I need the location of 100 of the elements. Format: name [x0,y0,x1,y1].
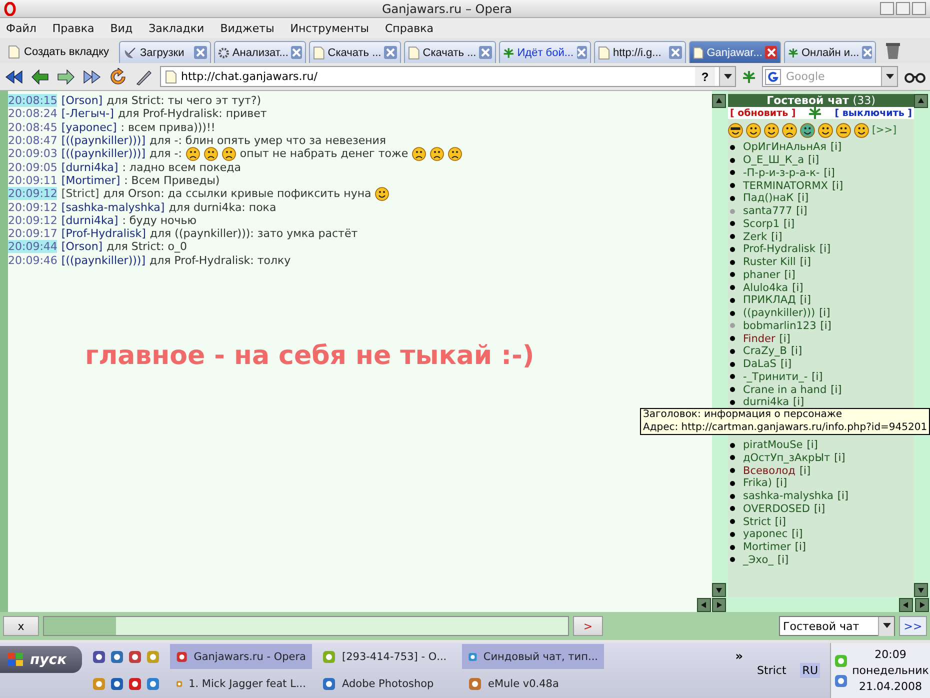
info-link[interactable]: [i] [779,332,790,345]
caret-icon[interactable] [882,623,890,629]
browser-tab[interactable]: Скачать ... [309,41,401,63]
quick-launch-icon[interactable] [110,676,124,690]
info-link[interactable]: [i] [798,192,809,204]
new-tab-button[interactable]: Создать вкладку [4,41,116,63]
user-name[interactable]: OVERDOSED [743,502,810,515]
more-smileys-link[interactable]: [>>] [872,124,897,136]
user-name[interactable]: Всеволод [743,464,796,477]
forward-icon[interactable] [56,68,76,86]
user-name[interactable]: _Эхо_ [743,554,774,566]
info-link[interactable]: [i] [777,554,789,566]
close-button[interactable] [912,2,926,15]
start-button[interactable]: пуск [0,646,82,673]
info-link[interactable]: [i] [834,452,846,464]
info-link[interactable]: [i] [796,205,808,218]
taskbar-button[interactable]: 1. Mick Jagger feat L... [170,671,312,696]
browser-tab[interactable]: Скачать ... [404,41,496,63]
taskbar-button[interactable]: [293-414-753] - О... [316,644,458,669]
info-link[interactable]: [i] [824,166,835,179]
search-dropdown-button[interactable] [881,67,897,86]
message-author[interactable]: [Mortimer] [61,174,120,187]
user-name[interactable]: Finder [743,332,776,345]
language-indicator[interactable]: RU [800,663,820,678]
info-link[interactable]: [i] [774,516,786,528]
menu-item[interactable]: Справка [384,22,434,34]
info-link[interactable]: [i] [776,477,788,490]
scroll-up-button[interactable] [914,94,928,108]
caret-icon[interactable] [886,74,894,80]
user-name[interactable]: yaponec [743,528,788,540]
menu-item[interactable]: Виджеты [220,22,274,34]
browser-tab[interactable]: http://i.g... [594,41,686,63]
user-name[interactable]: Crane in a hand [743,384,827,396]
reload-icon[interactable] [108,68,128,86]
minimize-button[interactable] [880,2,894,15]
channel-dropdown-button[interactable] [878,616,894,636]
user-name[interactable]: Alulo4ka [743,282,788,294]
quick-launch-icon[interactable] [128,676,142,690]
message-author[interactable]: [Strict] [61,187,100,200]
app-icon[interactable] [176,650,188,664]
rewind-icon[interactable] [4,68,24,86]
user-name[interactable]: DaLaS [743,358,776,370]
browser-tab[interactable]: Онлайн и... [784,41,876,63]
user-name[interactable]: дОстУп_зАкрЫт [743,452,830,464]
browser-tab[interactable]: Ganjawar... [689,41,781,63]
user-name[interactable]: -_Тринити_- [743,370,808,383]
message-author[interactable]: [Orson] [61,94,103,108]
info-link[interactable]: [i] [780,358,792,370]
user-name[interactable]: Пад()наК [743,192,794,204]
caret-icon[interactable] [724,74,732,80]
message-author[interactable]: [durni4ka] [61,160,118,174]
message-author[interactable]: [-Легыч-] [61,107,114,120]
trash-icon[interactable] [885,42,901,60]
info-link[interactable]: [i] [830,141,842,154]
app-icon[interactable] [468,676,482,690]
scroll-arrow-icon[interactable] [715,97,723,105]
user-name[interactable]: Prof-Hydralisk [743,243,816,256]
user-name[interactable]: Scorp1 [743,218,780,230]
info-link[interactable]: [i] [792,528,803,540]
browser-tab[interactable]: Загрузки [119,41,211,63]
taskbar-button[interactable]: Ganjawars.ru - Opera [170,644,312,669]
user-name[interactable]: ПРИКЛАД [743,294,796,306]
app-icon[interactable] [322,650,336,664]
user-name[interactable]: bobmarlin123 [743,320,816,332]
user-name[interactable]: durni4ka [743,396,790,408]
user-name[interactable]: Zerk [743,230,768,243]
message-author[interactable]: [((paynkiller)))] [61,147,146,160]
info-link[interactable]: [i] [819,307,830,320]
taskbar-button[interactable]: Синдовый чат, тип... [462,644,604,669]
menu-item[interactable]: Вид [110,22,133,34]
info-link[interactable]: [i] [799,464,811,477]
user-name[interactable]: Frika) [743,477,772,490]
taskbar-button[interactable]: Adobe Photoshop [316,671,458,696]
info-link[interactable]: [i] [800,256,811,268]
fast-forward-icon[interactable] [82,68,102,86]
message-input[interactable] [43,616,569,636]
user-name[interactable]: ОрИгИнАльнАя [743,141,826,154]
message-author[interactable]: [durni4ka] [61,214,118,227]
scroll-down-button[interactable] [914,583,928,597]
info-link[interactable]: [i] [830,384,842,396]
user-name[interactable]: Strict [743,516,771,528]
message-author[interactable]: [((paynkiller)))] [61,134,146,148]
info-link[interactable]: [i] [794,541,806,554]
channel-select[interactable]: Гостевой чат [779,616,895,636]
menu-item[interactable]: Закладки [148,22,204,34]
user-name[interactable]: TERMINATORMX [743,180,828,192]
tray-icon[interactable] [834,674,848,688]
info-link[interactable]: [i] [784,268,796,281]
message-author[interactable]: [Prof-Hydralisk] [61,227,146,240]
user-name[interactable]: phaner [743,268,780,281]
info-link[interactable]: [i] [793,396,804,408]
go-button[interactable]: >> [899,616,927,636]
address-field[interactable]: http://chat.ganjawars.ru/ ? [160,66,736,87]
info-link[interactable]: [i] [800,294,811,306]
message-author[interactable]: [Orson] [61,240,103,254]
scroll-arrow-icon[interactable] [917,97,925,105]
info-link[interactable]: [i] [784,218,795,230]
info-link[interactable]: [i] [819,243,831,256]
user-name[interactable]: santa777 [743,205,792,218]
user-name[interactable]: Ruster Kill [743,256,796,268]
